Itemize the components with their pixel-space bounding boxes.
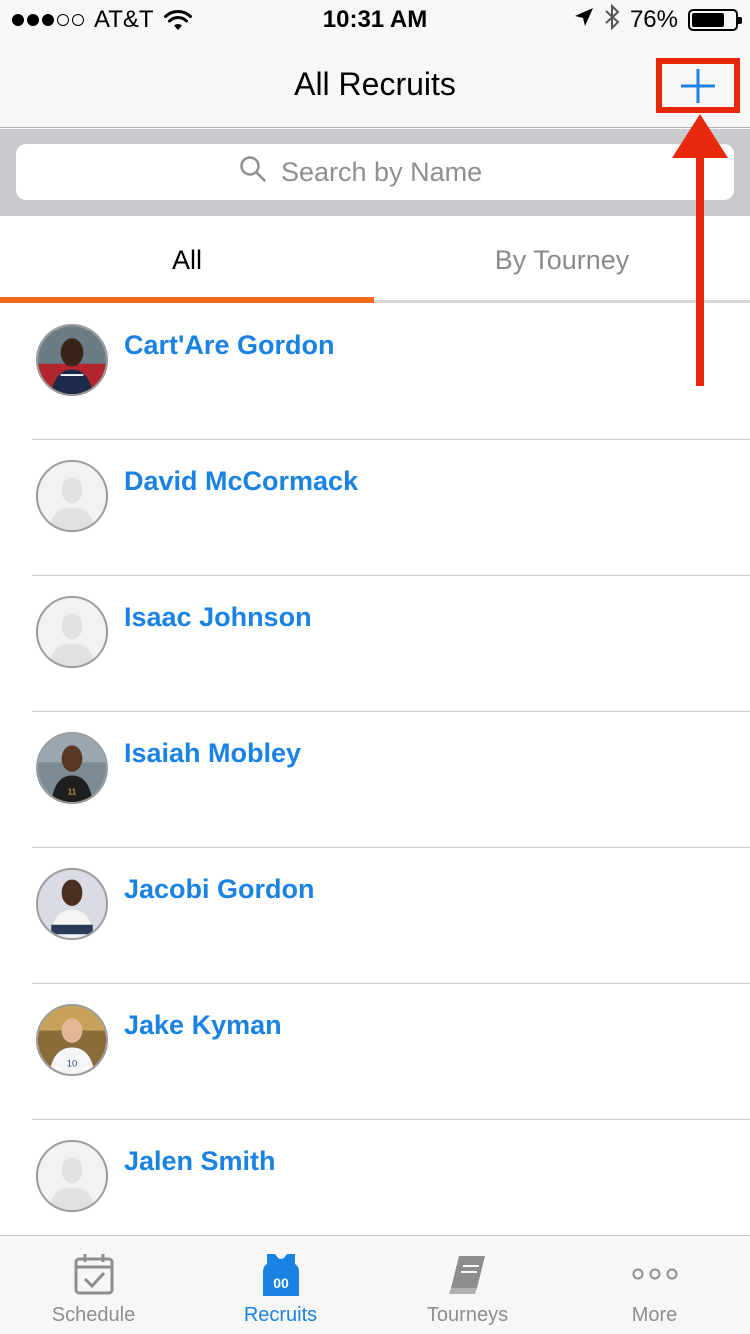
player-photo-avatar: 10 bbox=[36, 1004, 108, 1076]
tab-schedule-label: Schedule bbox=[51, 1304, 136, 1326]
recruit-row[interactable]: David McCormack bbox=[0, 440, 750, 576]
recruit-name[interactable]: Isaiah Mobley bbox=[124, 738, 301, 769]
default-avatar-icon bbox=[36, 1140, 108, 1212]
tab-recruits[interactable]: 00 Recruits bbox=[187, 1236, 374, 1334]
bottom-tab-bar: Schedule 00 Recruits Tourneys More bbox=[0, 1235, 750, 1334]
player-photo-avatar bbox=[36, 324, 108, 396]
search-icon bbox=[239, 155, 267, 190]
jersey-number: 00 bbox=[273, 1275, 289, 1291]
battery-level bbox=[692, 13, 724, 27]
status-bar: AT&T 10:31 AM 76% bbox=[0, 0, 750, 40]
svg-text:10: 10 bbox=[67, 1058, 78, 1069]
recruit-list: Cart'Are Gordon David McCormack Isaac Jo… bbox=[0, 304, 750, 1256]
recruit-row[interactable]: Cart'Are Gordon bbox=[0, 304, 750, 440]
search-field[interactable] bbox=[16, 144, 734, 200]
page-title: All Recruits bbox=[294, 66, 456, 102]
location-arrow-icon bbox=[574, 6, 594, 34]
active-tab-indicator bbox=[0, 297, 374, 303]
svg-text:11: 11 bbox=[68, 786, 77, 796]
annotation-arrow-icon bbox=[672, 114, 728, 386]
tab-more[interactable]: More bbox=[561, 1236, 748, 1334]
recruit-row[interactable]: 10 Jake Kyman bbox=[0, 984, 750, 1120]
tab-more-label: More bbox=[631, 1304, 678, 1326]
search-input[interactable] bbox=[281, 156, 511, 188]
recruit-row[interactable]: 11 Isaiah Mobley bbox=[0, 712, 750, 848]
recruit-name[interactable]: Jacobi Gordon bbox=[124, 874, 315, 905]
default-avatar-icon bbox=[36, 596, 108, 668]
player-photo-avatar: 11 bbox=[36, 732, 108, 804]
search-bar bbox=[0, 129, 750, 216]
recruit-row[interactable]: Isaac Johnson bbox=[0, 576, 750, 712]
calendar-check-icon bbox=[0, 1252, 187, 1296]
tab-schedule[interactable]: Schedule bbox=[0, 1236, 187, 1334]
battery-icon bbox=[688, 9, 742, 31]
battery-percent: 76% bbox=[629, 6, 678, 33]
recruit-name[interactable]: David McCormack bbox=[124, 466, 358, 497]
player-photo-avatar bbox=[36, 868, 108, 940]
tab-all[interactable]: All bbox=[0, 216, 374, 304]
navigation-bar: All Recruits bbox=[0, 40, 750, 128]
recruit-name[interactable]: Cart'Are Gordon bbox=[124, 330, 334, 361]
status-right: 76% bbox=[574, 3, 742, 37]
recruit-name[interactable]: Isaac Johnson bbox=[124, 602, 312, 633]
tab-tourneys-label: Tourneys bbox=[426, 1304, 509, 1326]
default-avatar-icon bbox=[36, 460, 108, 532]
add-recruit-button[interactable] bbox=[656, 58, 740, 113]
plus-icon bbox=[681, 68, 715, 103]
bluetooth-icon bbox=[604, 3, 620, 37]
recruit-row[interactable]: Jacobi Gordon bbox=[0, 848, 750, 984]
book-icon bbox=[374, 1252, 561, 1296]
recruit-filter-tabs: All By Tourney bbox=[0, 216, 750, 304]
tab-tourneys[interactable]: Tourneys bbox=[374, 1236, 561, 1334]
jersey-icon: 00 bbox=[187, 1252, 374, 1296]
recruit-name[interactable]: Jake Kyman bbox=[124, 1010, 282, 1041]
recruit-name[interactable]: Jalen Smith bbox=[124, 1146, 276, 1177]
tab-recruits-label: Recruits bbox=[243, 1304, 318, 1326]
more-dots-icon bbox=[561, 1252, 748, 1296]
